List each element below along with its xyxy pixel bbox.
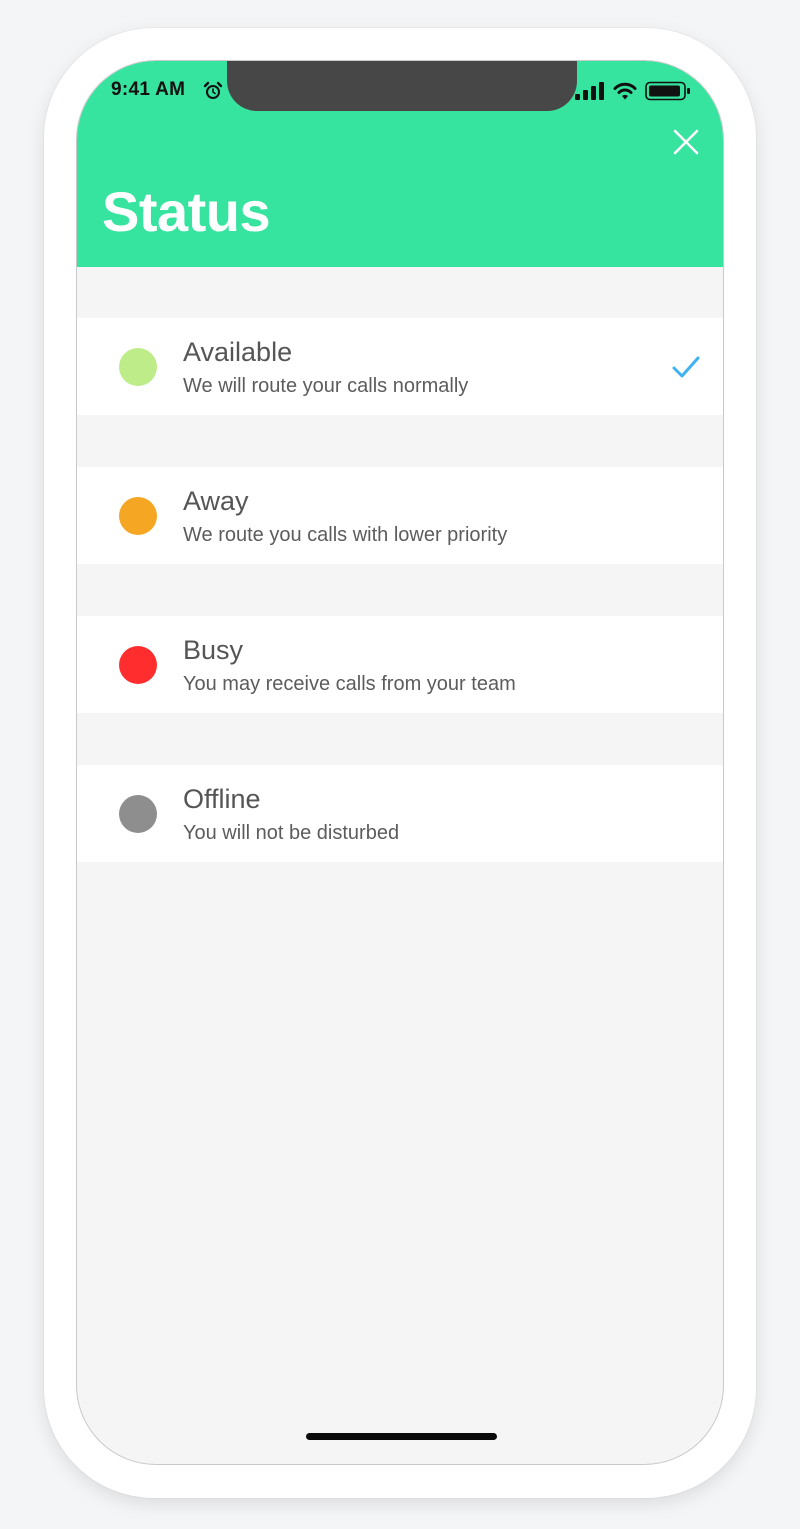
status-option-offline[interactable]: Offline You will not be disturbed <box>77 765 723 862</box>
status-list: Available We will route your calls norma… <box>77 318 723 914</box>
status-option-description: You may receive calls from your team <box>183 673 516 695</box>
status-option-label: Busy <box>183 635 244 665</box>
home-indicator[interactable] <box>306 1433 497 1440</box>
notch <box>227 61 577 111</box>
status-dot-busy <box>119 646 157 684</box>
status-dot-offline <box>119 795 157 833</box>
status-icons <box>575 81 691 101</box>
status-option-description: We route you calls with lower priority <box>183 524 508 546</box>
status-option-label: Available <box>183 337 293 367</box>
cellular-signal-icon <box>575 82 604 100</box>
close-icon[interactable] <box>671 127 701 157</box>
status-option-description: You will not be disturbed <box>183 822 400 844</box>
header: 9:41 AM Status <box>77 61 723 267</box>
status-dot-available <box>119 348 157 386</box>
wifi-icon <box>613 82 637 100</box>
status-bar-time: 9:41 AM <box>111 79 186 100</box>
alarm-clock-icon <box>203 81 223 99</box>
phone-screen: 9:41 AM Status Available We will route y… <box>76 60 724 1465</box>
status-option-busy[interactable]: Busy You may receive calls from your tea… <box>77 616 723 713</box>
battery-icon <box>645 81 690 101</box>
status-option-label: Away <box>183 486 249 516</box>
checkmark-icon <box>672 356 700 378</box>
status-option-available[interactable]: Available We will route your calls norma… <box>77 318 723 415</box>
page-title: Status <box>102 180 271 243</box>
status-option-description: We will route your calls normally <box>183 375 469 397</box>
status-option-away[interactable]: Away We route you calls with lower prior… <box>77 467 723 564</box>
status-dot-away <box>119 497 157 535</box>
status-option-label: Offline <box>183 784 261 814</box>
